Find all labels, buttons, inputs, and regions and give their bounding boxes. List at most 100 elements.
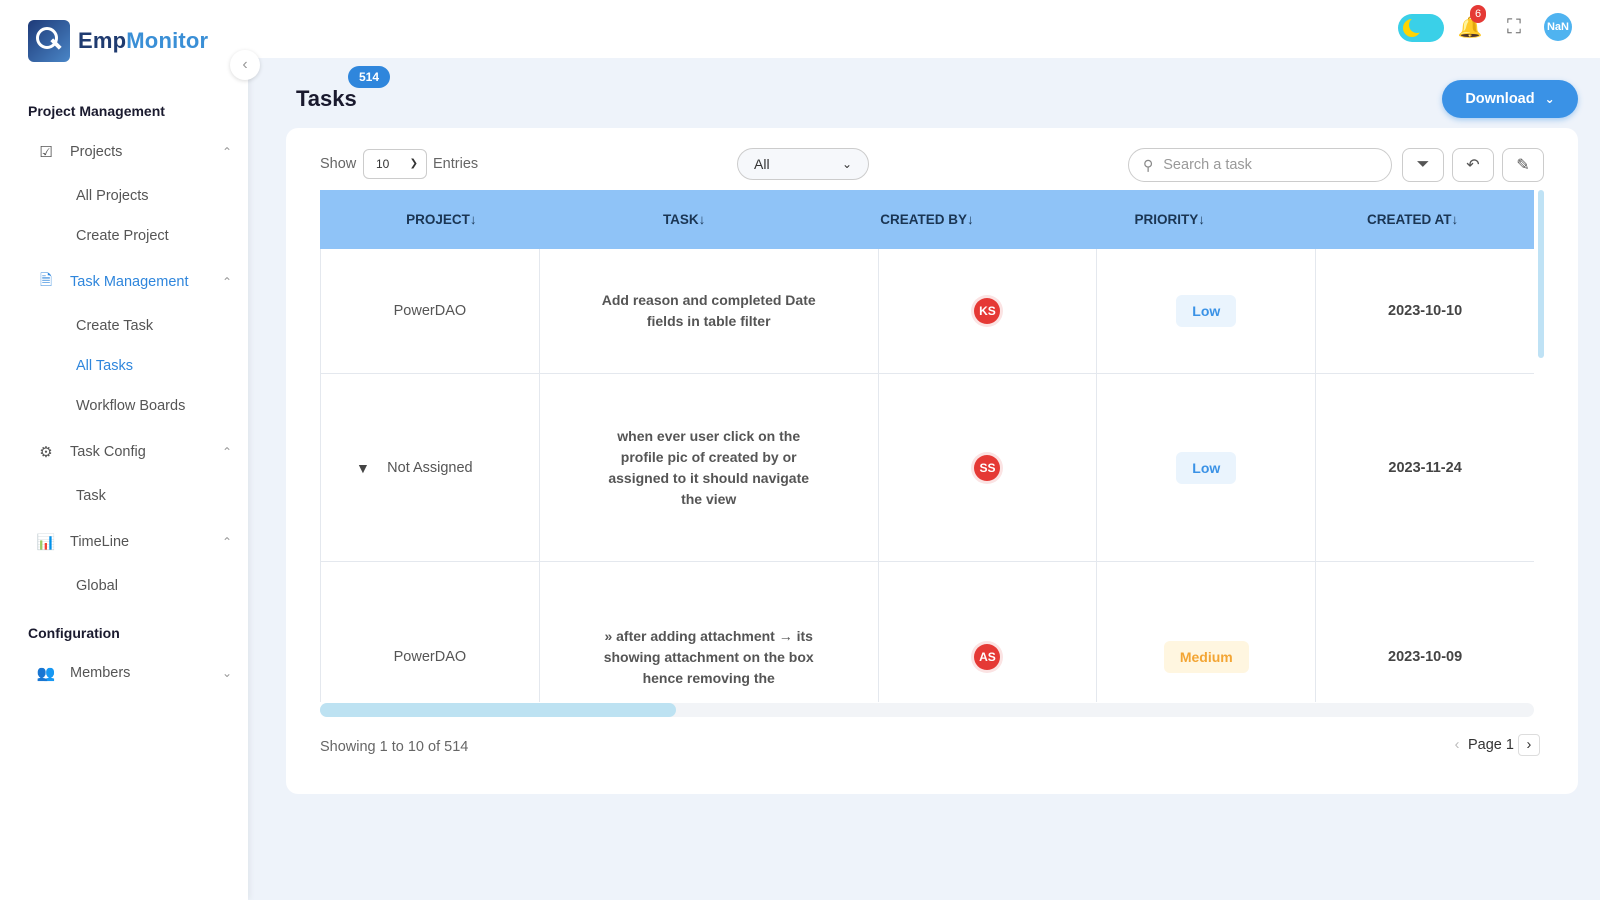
users-icon: 👥	[36, 665, 56, 682]
cell-created-by: SS	[877, 374, 1097, 561]
search-icon: ⚲	[1143, 156, 1154, 173]
reset-button[interactable]: ↶	[1452, 148, 1494, 182]
table-row[interactable]: PowerDAO Add reason and completed Date f…	[320, 249, 1534, 374]
cell-priority: Medium	[1096, 562, 1315, 702]
cell-priority: Low	[1096, 374, 1315, 561]
logo-icon	[28, 20, 70, 62]
column-header-created-by[interactable]: CREATED BY↓	[806, 190, 1049, 249]
cell-created-at: 2023-10-10	[1315, 249, 1534, 373]
sidebar-item-label: Projects	[70, 144, 123, 160]
priority-badge: Low	[1176, 451, 1237, 484]
sidebar-item-members[interactable]: 👥 Members ⌄	[36, 660, 232, 686]
sidebar-sub-task[interactable]: Task	[76, 488, 106, 504]
user-avatar[interactable]: NaN	[1544, 13, 1572, 41]
page-title: Tasks	[296, 86, 357, 111]
chevron-up-icon: ⌃	[221, 445, 232, 459]
projects-icon: ☑	[39, 144, 53, 161]
sidebar-item-label: Task Config	[70, 444, 146, 460]
cell-task[interactable]: Add reason and completed Date fields in …	[538, 249, 878, 373]
sidebar-item-projects[interactable]: ☑ Projects ⌃	[36, 139, 232, 165]
section-configuration: Configuration	[28, 625, 120, 641]
chevron-up-icon: ⌃	[221, 145, 232, 159]
column-header-task[interactable]: TASK↓	[563, 190, 806, 249]
sidebar-item-task-config[interactable]: ⚙ Task Config ⌃	[36, 439, 232, 465]
entries-select[interactable]: 10 ❯	[363, 149, 427, 179]
edit-button[interactable]: ✎	[1502, 148, 1544, 182]
filter-button[interactable]: ⏷	[1402, 148, 1444, 182]
download-button[interactable]: Download ⌄	[1442, 80, 1578, 118]
cell-project: PowerDAO	[320, 562, 539, 702]
tasks-table: PROJECT↓ TASK↓ CREATED BY↓ PRIORITY↓ CRE…	[320, 190, 1534, 702]
sidebar-item-label: Members	[70, 665, 131, 681]
cell-created-by: AS	[877, 562, 1097, 702]
chevron-up-icon: ⌃	[221, 275, 232, 289]
filter-value: All	[754, 156, 770, 172]
sidebar-item-task-management[interactable]: 🗎 Task Management ⌃	[36, 269, 232, 295]
cell-created-at: 2023-11-24	[1315, 374, 1534, 561]
creator-avatar[interactable]: AS	[974, 644, 1001, 670]
column-header-priority[interactable]: PRIORITY↓	[1048, 190, 1291, 249]
chevron-left-icon: ‹	[242, 56, 248, 73]
cell-priority: Low	[1096, 249, 1315, 373]
page-indicator: Page 1	[1468, 737, 1514, 753]
entries-value: 10	[376, 157, 390, 171]
expand-caret-icon[interactable]: ▼	[356, 460, 370, 476]
column-header-created-at[interactable]: CREATED AT↓	[1291, 190, 1534, 249]
pencil-icon: ✎	[1516, 157, 1530, 174]
table-row[interactable]: PowerDAO » after adding attachment → its…	[320, 562, 1534, 702]
cell-project: PowerDAO	[320, 249, 539, 373]
chevron-up-icon: ⌃	[221, 535, 232, 549]
sidebar-collapse-button[interactable]: ‹	[230, 50, 260, 80]
project-filter-select[interactable]: All ⌄	[737, 148, 869, 180]
moon-icon	[1403, 17, 1425, 37]
sidebar-item-label: Task Management	[70, 274, 189, 290]
next-page-button[interactable]: ›	[1517, 734, 1540, 756]
vertical-scrollbar[interactable]	[1538, 190, 1544, 358]
bar-chart-icon: 📊	[36, 534, 56, 551]
sidebar-item-timeline[interactable]: 📊 TimeLine ⌃	[36, 529, 232, 555]
sidebar-sub-global[interactable]: Global	[76, 578, 118, 594]
chevron-down-icon: ⌄	[221, 666, 232, 680]
gear-icon: ⚙	[39, 444, 53, 461]
creator-avatar[interactable]: KS	[974, 298, 1001, 324]
column-header-project[interactable]: PROJECT↓	[320, 190, 563, 249]
notification-badge: 6	[1470, 5, 1486, 23]
document-icon: 🗎	[39, 271, 53, 289]
pagination: ‹ Page 1 ›	[1446, 734, 1540, 756]
sidebar: EmpMonitor Project Management ☑ Projects…	[0, 0, 248, 900]
cell-task[interactable]: » after adding attachment → its showing …	[538, 562, 878, 702]
cell-created-by: KS	[877, 249, 1097, 373]
sidebar-sub-all-projects[interactable]: All Projects	[76, 188, 149, 204]
search-box[interactable]: ⚲	[1128, 148, 1392, 182]
sidebar-item-label: TimeLine	[70, 534, 130, 550]
sidebar-sub-create-task[interactable]: Create Task	[76, 318, 153, 334]
undo-icon: ↶	[1466, 157, 1480, 174]
theme-toggle[interactable]	[1398, 14, 1444, 42]
search-input[interactable]	[1163, 157, 1364, 173]
show-label: Show	[320, 156, 357, 172]
brand-name-part2: Monitor	[126, 28, 209, 53]
cell-created-at: 2023-10-09	[1315, 562, 1534, 702]
priority-badge: Low	[1176, 295, 1237, 327]
section-project-management: Project Management	[28, 103, 165, 119]
topbar: 🔔 6 ⛶ NaN	[248, 0, 1600, 58]
filter-icon: ⏷	[1416, 156, 1430, 173]
task-count-badge: 514	[348, 66, 390, 88]
app-logo[interactable]: EmpMonitor	[28, 20, 208, 62]
sidebar-sub-workflow-boards[interactable]: Workflow Boards	[76, 398, 185, 414]
table-row[interactable]: ▼ Not Assigned when ever user click on t…	[320, 374, 1534, 562]
table-header: PROJECT↓ TASK↓ CREATED BY↓ PRIORITY↓ CRE…	[320, 190, 1534, 249]
chevron-down-icon: ⌄	[841, 157, 852, 171]
horizontal-scrollbar[interactable]	[320, 703, 676, 717]
download-label: Download	[1465, 91, 1535, 107]
creator-avatar[interactable]: SS	[974, 454, 1001, 481]
sidebar-sub-all-tasks[interactable]: All Tasks	[76, 358, 133, 374]
showing-summary: Showing 1 to 10 of 514	[320, 739, 469, 755]
cell-task[interactable]: when ever user click on the profile pic …	[538, 374, 878, 561]
prev-page-button[interactable]: ‹	[1446, 734, 1468, 756]
brand-name-part1: Emp	[78, 28, 127, 53]
sidebar-sub-create-project[interactable]: Create Project	[76, 228, 169, 244]
caret-down-icon: ❯	[409, 158, 418, 169]
fullscreen-icon[interactable]: ⛶	[1502, 15, 1526, 39]
cell-project-text: Not Assigned	[387, 459, 473, 476]
